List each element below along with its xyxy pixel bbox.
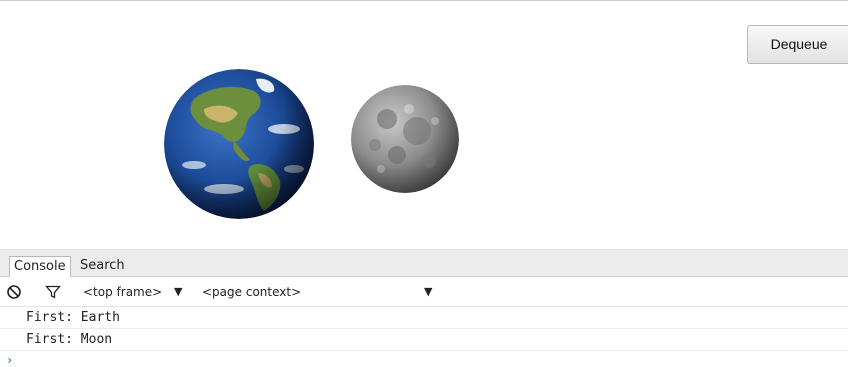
devtools-panel: Console Search <top frame> ▼ <page conte… [0, 249, 848, 367]
tab-search[interactable]: Search [76, 256, 129, 278]
chevron-down-icon[interactable]: ▼ [174, 277, 182, 307]
moon-image [351, 85, 459, 193]
console-prompt-icon[interactable]: › [6, 353, 13, 367]
console-output: First: Earth First: Moon [0, 307, 848, 351]
tab-console[interactable]: Console [9, 256, 71, 278]
console-message: First: Moon [0, 329, 848, 351]
context-select[interactable]: <page context> [202, 277, 301, 307]
console-toolbar: <top frame> ▼ <page context> ▼ [0, 277, 848, 307]
console-message: First: Earth [0, 307, 848, 329]
filter-icon[interactable] [45, 284, 61, 300]
dequeue-button[interactable]: Dequeue [747, 25, 848, 64]
chevron-down-icon[interactable]: ▼ [424, 277, 432, 307]
page: Dequeue Console Search <top frame> ▼ <pa… [0, 0, 848, 367]
earth-image [164, 69, 314, 219]
devtools-tab-bar: Console Search [0, 249, 848, 278]
frame-select[interactable]: <top frame> [83, 277, 162, 307]
clear-console-icon[interactable] [6, 284, 22, 300]
